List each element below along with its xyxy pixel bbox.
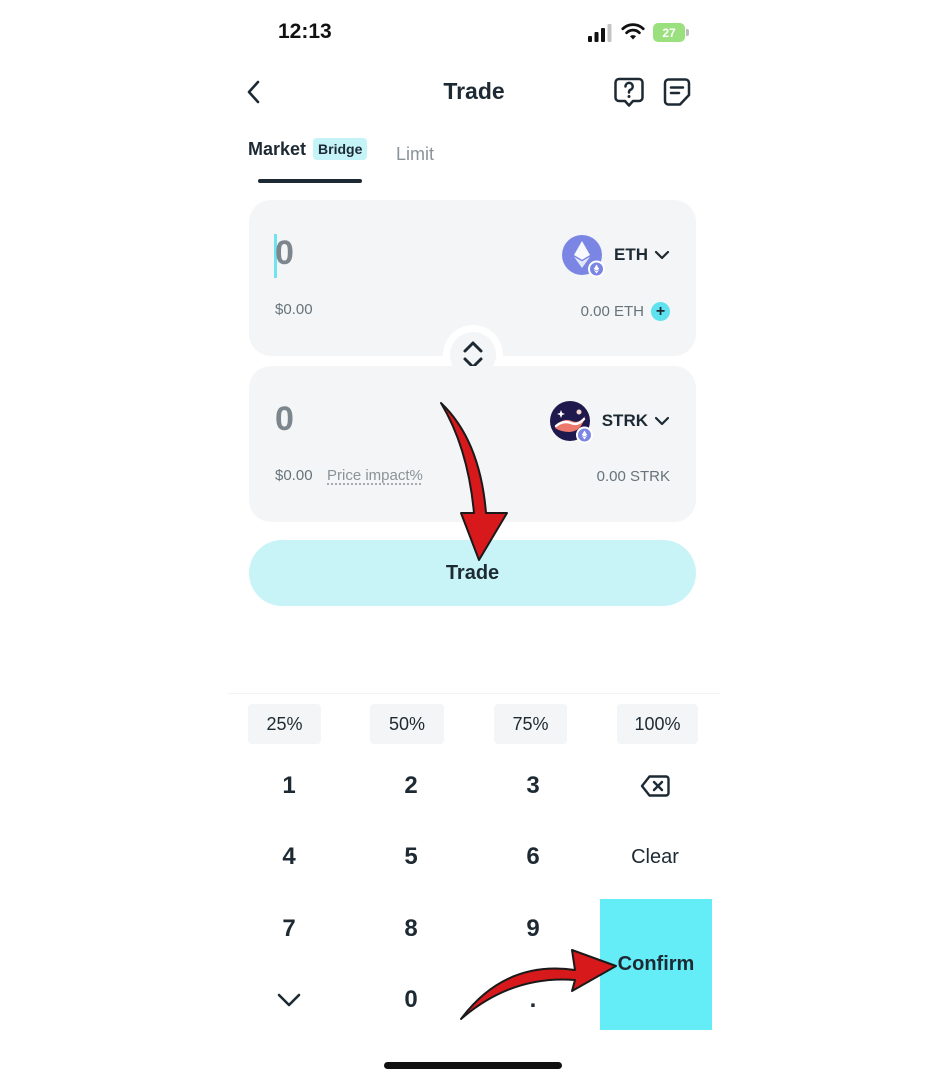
key-7[interactable]: 7 [234, 900, 344, 958]
tab-market-label: Market [248, 138, 307, 159]
chevron-down-icon [654, 416, 670, 426]
battery-indicator: 27 [653, 23, 689, 42]
percent-100-button[interactable]: 100% [617, 704, 698, 744]
orders-button[interactable] [660, 75, 694, 109]
tab-limit[interactable]: Limit [396, 144, 434, 165]
wifi-icon [621, 23, 645, 40]
key-6[interactable]: 6 [478, 828, 588, 886]
key-8[interactable]: 8 [356, 900, 466, 958]
chevron-down-icon [654, 250, 670, 260]
from-token-name: ETH [614, 245, 648, 264]
percent-75-button[interactable]: 75% [494, 704, 567, 744]
from-amount-input[interactable]: 0 [275, 234, 294, 273]
question-bubble-icon [614, 77, 644, 107]
header: Trade [0, 66, 948, 118]
percent-50-button[interactable]: 50% [370, 704, 444, 744]
starknet-icon [549, 401, 593, 444]
key-1[interactable]: 1 [234, 757, 344, 815]
status-bar: 12:13 27 [0, 0, 948, 66]
home-indicator [384, 1062, 562, 1069]
key-0[interactable]: 0 [356, 971, 466, 1029]
cellular-signal-icon [588, 24, 612, 42]
key-2[interactable]: 2 [356, 757, 466, 815]
trade-button[interactable]: Trade [249, 540, 696, 606]
active-tab-indicator [258, 179, 362, 183]
from-balance: 0.00 ETH + [581, 302, 670, 321]
page-title: Trade [443, 78, 505, 104]
plus-icon[interactable]: + [651, 302, 670, 321]
key-decimal[interactable]: . [478, 971, 588, 1029]
to-balance: 0.00 STRK [597, 468, 670, 485]
battery-tip [686, 29, 689, 36]
confirm-button[interactable]: Confirm [600, 899, 712, 1030]
trade-type-tabs: Market Bridge Limit [248, 136, 698, 188]
from-usd-value: $0.00 [275, 301, 313, 318]
battery-level: 27 [653, 23, 685, 42]
ethereum-icon [562, 235, 605, 278]
keypad-divider [228, 693, 720, 694]
bridge-badge: Bridge [313, 138, 368, 160]
clear-button[interactable]: Clear [600, 828, 710, 886]
percent-25-button[interactable]: 25% [248, 704, 321, 744]
collapse-keypad-button[interactable] [234, 971, 344, 1029]
to-balance-value: 0.00 STRK [596, 468, 670, 485]
document-list-icon [663, 78, 691, 106]
key-3[interactable]: 3 [478, 757, 588, 815]
backspace-icon [640, 775, 670, 797]
key-5[interactable]: 5 [356, 828, 466, 886]
price-impact-link[interactable]: Price impact% [327, 467, 423, 484]
status-time: 12:13 [278, 20, 332, 43]
key-9[interactable]: 9 [478, 900, 588, 958]
from-token-selector[interactable]: ETH [562, 235, 670, 278]
chevron-down-icon [277, 993, 301, 1007]
from-balance-value: 0.00 ETH [580, 303, 644, 320]
key-4[interactable]: 4 [234, 828, 344, 886]
to-token-selector[interactable]: STRK [549, 401, 670, 444]
to-token-card: 0 $0.00 Price impact% STRK 0.00 STRK [249, 366, 696, 522]
tab-market[interactable]: Market Bridge [248, 138, 368, 160]
to-token-name: STRK [601, 411, 648, 430]
backspace-button[interactable] [600, 757, 710, 815]
help-button[interactable] [612, 75, 646, 109]
to-usd-value: $0.00 [275, 467, 313, 484]
to-amount-output: 0 [275, 400, 294, 438]
